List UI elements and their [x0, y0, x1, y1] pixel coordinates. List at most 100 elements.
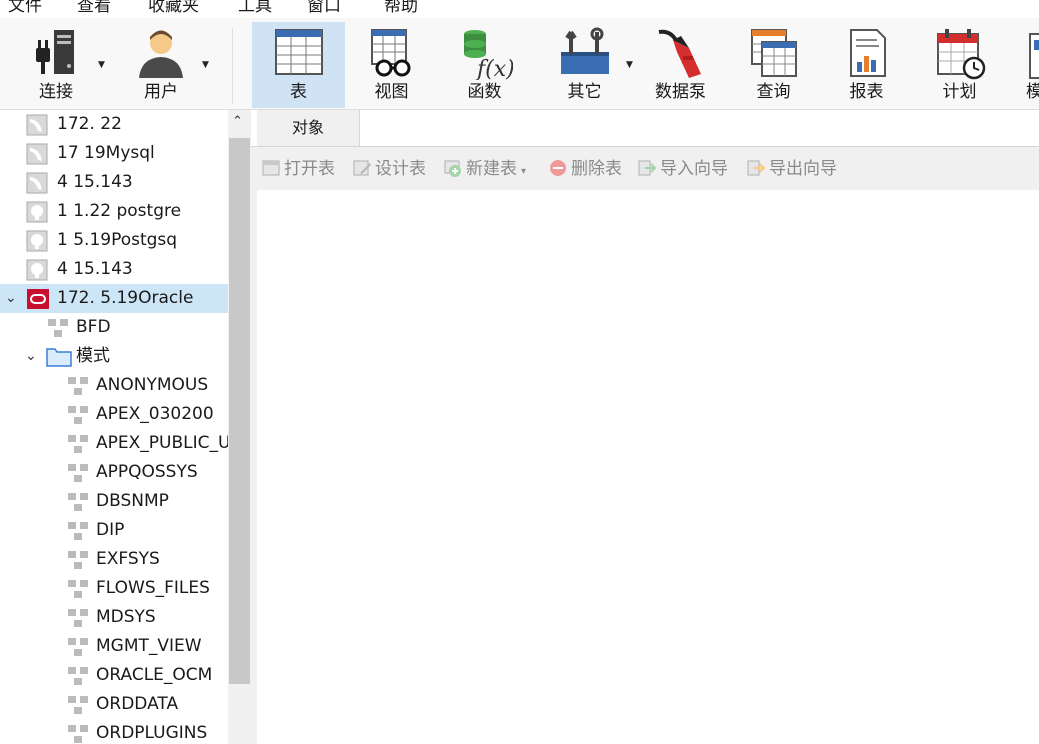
tree-schema-item[interactable]: DBSNMP: [0, 487, 228, 516]
tree-database-bfd[interactable]: BFD: [0, 313, 228, 342]
table-label: 表: [290, 82, 307, 102]
schema-icon: [68, 493, 88, 511]
object-toolbar: 打开表 设计表 新建表 ▾ 删除表 导入向导 导出向导: [251, 147, 1039, 189]
tools-icon: [560, 27, 609, 74]
function-label: 函数: [467, 82, 502, 102]
schema-icon: [68, 435, 88, 453]
schema-label: APEX_PUBLIC_U: [96, 433, 228, 453]
export-wizard-button[interactable]: 导出向导: [746, 158, 837, 180]
menu-view[interactable]: 查看: [77, 0, 111, 17]
schema-icon: [68, 551, 88, 569]
other-button[interactable]: ▼ 其它: [538, 22, 633, 108]
other-label: 其它: [567, 82, 602, 102]
schema-icon: [68, 725, 88, 743]
tree-schema-item[interactable]: DIP: [0, 516, 228, 545]
object-list-area[interactable]: [257, 190, 1039, 744]
plug-server-icon: [36, 30, 74, 74]
table-button[interactable]: 表: [252, 22, 345, 108]
tree-schema-item[interactable]: ORACLE_OCM: [0, 661, 228, 690]
svg-text:f(x): f(x): [475, 57, 513, 80]
connection-tree[interactable]: 172. 22 17 19Mysql 4 15.143 1 1.22 postg…: [0, 110, 228, 744]
tree-connection-postgres[interactable]: 1 1.22 postgre: [0, 197, 228, 226]
query-label: 查询: [756, 82, 791, 102]
tree-connection-mysql[interactable]: 172. 22: [0, 110, 228, 139]
chevron-down-icon[interactable]: ⌄: [5, 284, 17, 313]
tree-schema-item[interactable]: MGMT_VIEW: [0, 632, 228, 661]
tree-schema-folder[interactable]: ⌄ 模式: [0, 342, 228, 371]
model-button[interactable]: 模: [1006, 22, 1039, 108]
database-label: BFD: [76, 317, 111, 337]
mysql-connection-icon: [26, 172, 48, 194]
tree-schema-item[interactable]: FLOWS_FILES: [0, 574, 228, 603]
report-icon: [849, 29, 886, 77]
schedule-label: 计划: [942, 82, 977, 102]
view-glasses-icon: [370, 29, 410, 77]
design-table-button[interactable]: 设计表: [352, 158, 426, 180]
connection-label: 17 19Mysql: [57, 143, 155, 163]
fuel-pump-icon: [658, 29, 701, 78]
report-label: 报表: [849, 82, 884, 102]
connection-label: 4 15.143: [57, 172, 133, 192]
schema-label: DBSNMP: [96, 491, 169, 511]
user-button[interactable]: ▼ 用户: [114, 22, 209, 108]
open-table-icon: [262, 160, 280, 176]
tree-connection-postgres[interactable]: 1 5.19Postgsq: [0, 226, 228, 255]
chevron-up-icon[interactable]: ⌃: [232, 114, 243, 129]
schema-label: ORDDATA: [96, 694, 179, 714]
menu-help[interactable]: 帮助: [384, 0, 418, 17]
calendar-clock-icon: [936, 29, 985, 80]
menu-favorites[interactable]: 收藏夹: [148, 0, 199, 17]
chevron-down-icon[interactable]: ▼: [626, 60, 633, 70]
menu-bar: 文件 查看 收藏夹 工具 窗口 帮助: [0, 0, 1039, 18]
tree-schema-item[interactable]: ORDDATA: [0, 690, 228, 719]
chevron-down-icon[interactable]: ▼: [202, 60, 209, 70]
tree-schema-item[interactable]: APPQOSSYS: [0, 458, 228, 487]
schema-icon: [68, 638, 88, 656]
open-table-button[interactable]: 打开表: [261, 158, 335, 180]
view-button[interactable]: 视图: [345, 22, 438, 108]
postgres-connection-icon: [26, 201, 48, 223]
schema-icon: [68, 696, 88, 714]
schema-label: ANONYMOUS: [96, 375, 209, 395]
tab-objects[interactable]: 对象: [257, 110, 360, 146]
add-table-icon: [444, 160, 461, 177]
tree-schema-item[interactable]: APEX_030200: [0, 400, 228, 429]
postgres-connection-icon: [26, 259, 48, 281]
menu-file[interactable]: 文件: [8, 0, 42, 17]
query-button[interactable]: 查询: [727, 22, 820, 108]
schema-label: EXFSYS: [96, 549, 160, 569]
tree-connection-postgres[interactable]: 4 15.143: [0, 255, 228, 284]
open-table-label: 打开表: [284, 159, 335, 179]
function-button[interactable]: f(x) 函数: [438, 22, 531, 108]
menu-tools[interactable]: 工具: [238, 0, 272, 17]
delete-table-button[interactable]: 删除表: [548, 158, 622, 180]
menu-window[interactable]: 窗口: [307, 0, 341, 17]
datapump-button[interactable]: 数据泵: [634, 22, 727, 108]
tree-connection-mysql[interactable]: 17 19Mysql: [0, 139, 228, 168]
schema-folder-label: 模式: [76, 346, 110, 366]
tree-schema-item[interactable]: MDSYS: [0, 603, 228, 632]
chevron-down-icon[interactable]: ▾: [521, 166, 526, 177]
tree-connection-mysql[interactable]: 4 15.143: [0, 168, 228, 197]
schedule-button[interactable]: 计划: [913, 22, 1006, 108]
chevron-down-icon[interactable]: ⌄: [25, 342, 37, 371]
import-wizard-button[interactable]: 导入向导: [637, 158, 728, 180]
new-table-button[interactable]: 新建表 ▾: [443, 158, 526, 183]
sidebar-scrollbar[interactable]: ⌃: [228, 110, 251, 744]
tree-schema-item[interactable]: APEX_PUBLIC_U: [0, 429, 228, 458]
export-icon: [747, 160, 766, 176]
tree-schema-item[interactable]: ANONYMOUS: [0, 371, 228, 400]
tree-connection-oracle[interactable]: ⌄ 172. 5.19Oracle: [0, 284, 228, 313]
scrollbar-thumb[interactable]: [229, 138, 250, 684]
tree-schema-item[interactable]: EXFSYS: [0, 545, 228, 574]
chevron-down-icon[interactable]: ▼: [98, 60, 105, 70]
user-icon: [139, 30, 183, 78]
model-label: 模: [1026, 82, 1039, 102]
tree-schema-item[interactable]: ORDPLUGINS: [0, 719, 228, 744]
connection-label: 4 15.143: [57, 259, 133, 279]
user-label: 用户: [144, 82, 178, 102]
report-button[interactable]: 报表: [820, 22, 913, 108]
connect-button[interactable]: ▼ 连接: [10, 22, 105, 108]
table-icon: [274, 29, 323, 75]
main-toolbar: ▼ 连接 ▼ 用户 表 视图 f(x) 函数 ▼ 其它 数据泵 查询 报表 计划…: [0, 18, 1039, 110]
